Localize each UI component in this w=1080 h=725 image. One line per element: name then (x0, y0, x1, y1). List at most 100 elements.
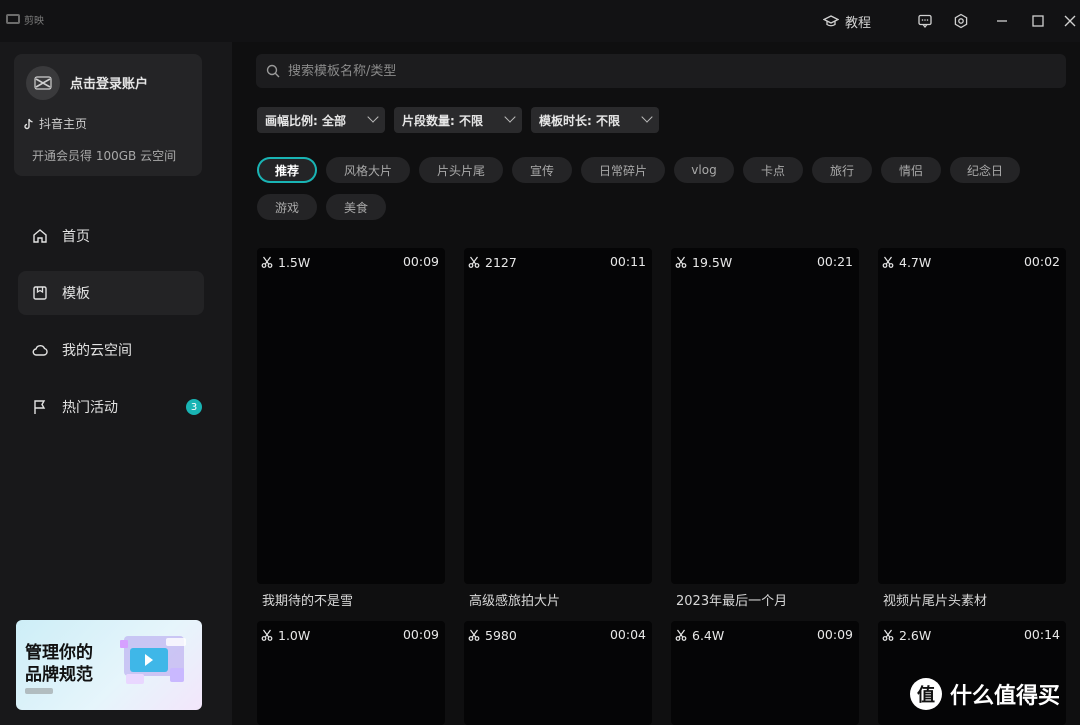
template-duration: 00:04 (609, 627, 646, 642)
tag-style[interactable]: 风格大片 (326, 157, 410, 183)
promo-banner[interactable]: 管理你的 品牌规范 (16, 620, 202, 710)
template-card[interactable]: 5980 00:04 (464, 621, 652, 725)
template-title[interactable]: 高级感旅拍大片 (469, 590, 560, 609)
search-bar[interactable] (256, 54, 1066, 88)
tutorial-button[interactable]: 教程 (823, 11, 871, 31)
douyin-icon (24, 118, 33, 129)
nav-label: 首页 (62, 229, 90, 245)
filter-label: 画幅比例: 全部 (265, 113, 346, 128)
template-title[interactable]: 2023年最后一个月 (676, 590, 787, 609)
nav-item-home[interactable]: 首页 (18, 214, 204, 258)
flag-icon (34, 400, 46, 414)
vip-upsell-link[interactable]: 开通会员得 100GB 云空间 (32, 147, 176, 164)
usage-count: 2.6W (882, 627, 931, 643)
template-card[interactable]: 1.5W 00:09 (257, 248, 445, 584)
tag-vlog[interactable]: vlog (674, 157, 734, 183)
maximize-button[interactable] (1030, 11, 1046, 31)
tag-beat-sync[interactable]: 卡点 (743, 157, 803, 183)
template-meta: 19.5W 00:21 (671, 254, 859, 270)
minimize-icon (997, 20, 1007, 22)
search-input[interactable] (288, 63, 988, 79)
chevron-down-icon (367, 111, 379, 123)
capcut-logo-icon (34, 76, 52, 90)
template-meta: 2127 00:11 (464, 254, 652, 270)
template-card[interactable]: 19.5W 00:21 (671, 248, 859, 584)
template-duration: 00:14 (1023, 627, 1060, 642)
template-duration: 00:21 (816, 254, 853, 269)
notification-badge: 3 (186, 399, 202, 415)
usage-value: 2127 (485, 254, 517, 270)
sidebar: 点击登录账户 抖音主页 开通会员得 100GB 云空间 首页 模板 我的云空间 … (0, 42, 232, 725)
douyin-label: 抖音主页 (39, 117, 88, 131)
nav-label: 模板 (62, 286, 90, 302)
promo-illustration (120, 636, 186, 684)
usage-count: 1.5W (261, 254, 310, 270)
site-watermark: 值 什么值得买 (909, 678, 1060, 710)
nav-item-events[interactable]: 热门活动 3 (18, 385, 204, 429)
tag-recommended[interactable]: 推荐 (257, 157, 317, 183)
template-card[interactable]: 2127 00:11 (464, 248, 652, 584)
usage-value: 1.0W (278, 627, 311, 643)
app-logo: 剪映 (6, 12, 50, 27)
template-duration: 00:09 (816, 627, 853, 642)
usage-value: 5980 (485, 627, 517, 643)
template-duration: 00:09 (402, 627, 439, 642)
template-duration: 00:11 (609, 254, 646, 269)
capcut-logo-icon (6, 14, 20, 24)
usage-value: 19.5W (692, 254, 733, 270)
usage-count: 2127 (468, 254, 517, 270)
cloud-icon (32, 345, 48, 356)
usage-value: 4.7W (899, 254, 932, 270)
template-title[interactable]: 视频片尾片头素材 (883, 590, 987, 609)
tag-couple[interactable]: 情侣 (881, 157, 941, 183)
nav-label: 我的云空间 (62, 343, 132, 359)
close-button[interactable] (1062, 11, 1078, 31)
scissors-icon (675, 629, 687, 641)
template-meta: 2.6W 00:14 (878, 627, 1066, 643)
close-icon (1064, 15, 1076, 27)
tag-intro-outro[interactable]: 片头片尾 (419, 157, 503, 183)
nav-item-templates[interactable]: 模板 (18, 271, 204, 315)
nav-item-cloud[interactable]: 我的云空间 (18, 328, 204, 372)
watermark-logo: 值 (909, 678, 942, 710)
tag-games[interactable]: 游戏 (257, 194, 317, 220)
template-card[interactable]: 4.7W 00:02 (878, 248, 1066, 584)
tag-anniversary[interactable]: 纪念日 (950, 157, 1020, 183)
template-icon (33, 286, 47, 300)
tag-food[interactable]: 美食 (326, 194, 386, 220)
minimize-button[interactable] (994, 11, 1010, 31)
main-content: 画幅比例: 全部 片段数量: 不限 模板时长: 不限 推荐 风格大片 片头片尾 … (232, 42, 1080, 725)
template-card[interactable]: 1.0W 00:09 (257, 621, 445, 725)
usage-count: 1.0W (261, 627, 310, 643)
tag-travel[interactable]: 旅行 (812, 157, 872, 183)
template-title[interactable]: 我期待的不是雪 (262, 590, 353, 609)
usage-count: 5980 (468, 627, 517, 643)
title-bar: 剪映 教程 (0, 0, 1080, 42)
template-meta: 1.0W 00:09 (257, 627, 445, 643)
scissors-icon (468, 256, 480, 268)
filter-aspect-ratio[interactable]: 画幅比例: 全部 (257, 107, 385, 133)
scissors-icon (468, 629, 480, 641)
scissors-icon (882, 256, 894, 268)
account-card[interactable]: 点击登录账户 抖音主页 开通会员得 100GB 云空间 (14, 54, 202, 176)
filter-clip-count[interactable]: 片段数量: 不限 (394, 107, 522, 133)
usage-value: 6.4W (692, 627, 725, 643)
template-meta: 1.5W 00:09 (257, 254, 445, 270)
scissors-icon (261, 256, 273, 268)
template-meta: 5980 00:04 (464, 627, 652, 643)
search-icon (266, 64, 280, 78)
avatar[interactable] (26, 66, 60, 100)
login-label[interactable]: 点击登录账户 (70, 73, 148, 92)
scissors-icon (261, 629, 273, 641)
settings-button[interactable] (953, 11, 969, 31)
scissors-icon (882, 629, 894, 641)
template-card[interactable]: 6.4W 00:09 (671, 621, 859, 725)
template-duration: 00:09 (402, 254, 439, 269)
tag-promo[interactable]: 宣传 (512, 157, 572, 183)
filter-duration[interactable]: 模板时长: 不限 (531, 107, 659, 133)
douyin-link[interactable]: 抖音主页 (24, 115, 87, 132)
promo-brand-mark (25, 688, 53, 694)
feedback-button[interactable] (917, 11, 933, 31)
tag-daily[interactable]: 日常碎片 (581, 157, 665, 183)
filter-label: 模板时长: 不限 (539, 113, 620, 128)
